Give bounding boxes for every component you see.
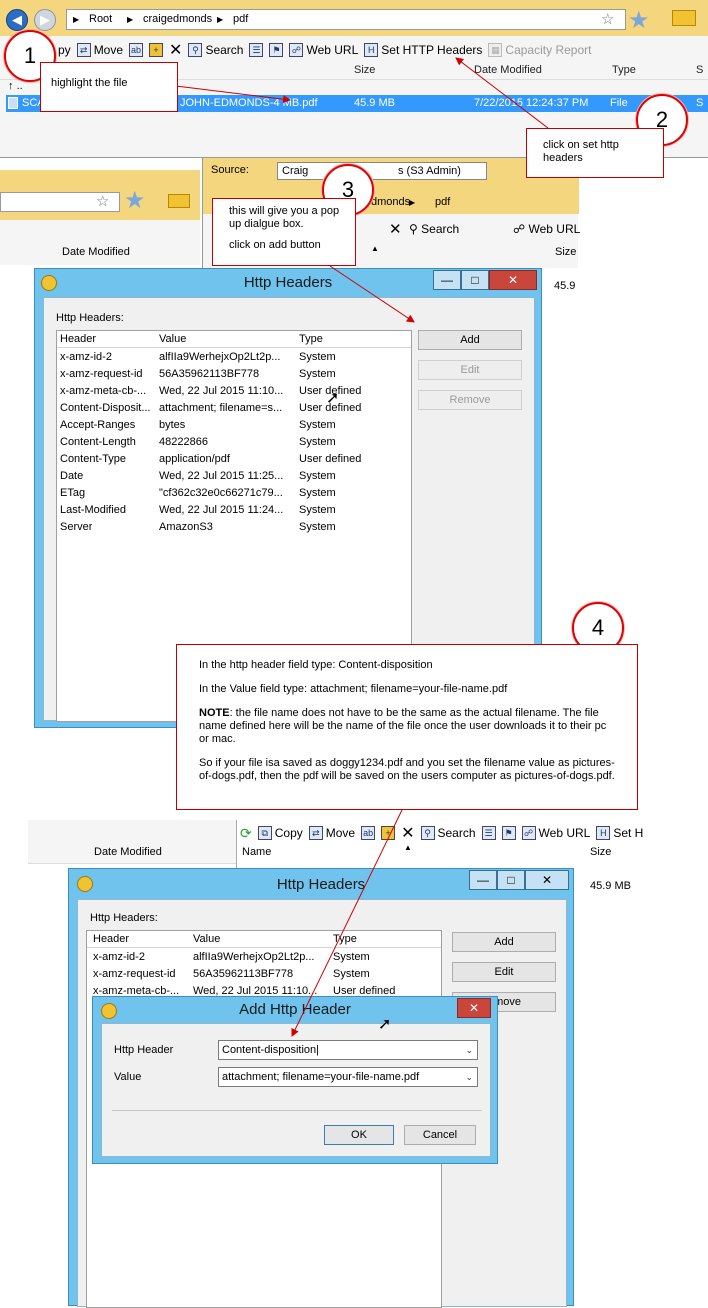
arrow-1 [175,85,291,104]
callout-2: click on set http headers [526,128,664,178]
arrow-4 [291,809,403,1037]
callout-3: this will give you a pop up dialgue box.… [212,198,356,266]
callout-4: In the http header field type: Content-d… [176,644,638,810]
arrow-3 [329,265,415,323]
arrow-2 [455,57,549,129]
note-paragraph: NOTE: the file name does not have to be … [199,707,607,745]
callout-1: highlight the file [40,62,178,112]
